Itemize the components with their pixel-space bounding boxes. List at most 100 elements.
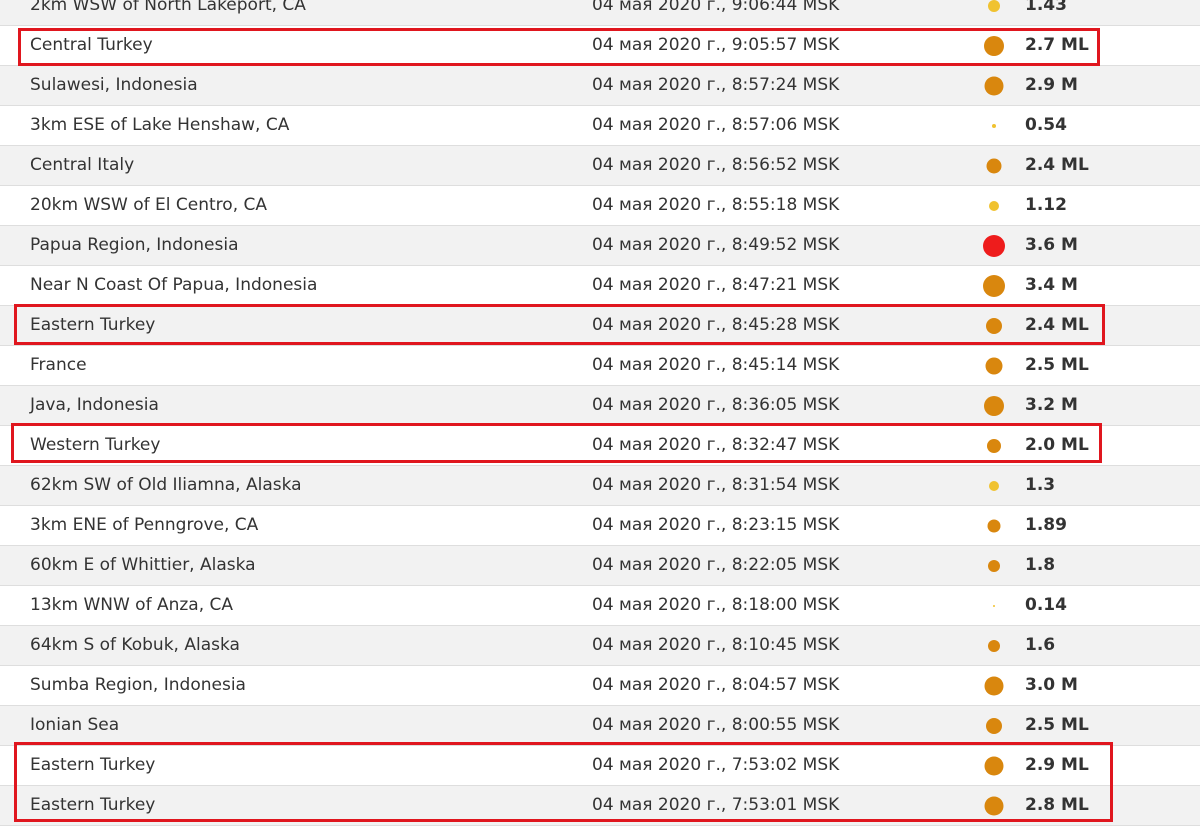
event-time: 04 мая 2020 г., 9:05:57 MSK — [592, 35, 840, 55]
event-location[interactable]: France — [30, 346, 87, 385]
event-location[interactable]: Eastern Turkey — [30, 746, 155, 785]
event-magnitude: 2.5 ML — [1025, 355, 1089, 375]
magnitude-dot-icon — [984, 756, 1004, 775]
event-row[interactable]: Central Italy 04 мая 2020 г., 8:56:52 MSK… — [0, 146, 1200, 186]
event-time: 04 мая 2020 г., 8:57:06 MSK — [592, 115, 840, 135]
event-row[interactable]: France 04 мая 2020 г., 8:45:14 MSK 2.5 ML — [0, 346, 1200, 386]
magnitude-dot-cell — [978, 746, 1010, 785]
magnitude-dot-cell — [978, 146, 1010, 185]
event-location[interactable]: Java, Indonesia — [30, 386, 159, 425]
event-location[interactable]: Western Turkey — [30, 426, 160, 465]
event-location[interactable]: Near N Coast Of Papua, Indonesia — [30, 266, 317, 305]
magnitude-dot-icon — [984, 796, 1004, 815]
event-row[interactable]: Central Turkey 04 мая 2020 г., 9:05:57 MS… — [0, 26, 1200, 66]
event-magnitude: 2.9 M — [1025, 75, 1078, 95]
event-magnitude: 1.89 — [1025, 515, 1067, 535]
event-location[interactable]: Ionian Sea — [30, 706, 119, 745]
magnitude-dot-icon — [989, 200, 999, 211]
event-magnitude: 3.6 M — [1025, 235, 1078, 255]
event-magnitude: 3.2 M — [1025, 395, 1078, 415]
magnitude-dot-icon — [984, 35, 1004, 56]
event-row[interactable]: Sumba Region, Indonesia 04 мая 2020 г., 8… — [0, 666, 1200, 706]
event-location[interactable]: 3km ENE of Penngrove, CA — [30, 506, 258, 545]
event-row[interactable]: Java, Indonesia 04 мая 2020 г., 8:36:05 M… — [0, 386, 1200, 426]
event-location[interactable]: Sulawesi, Indonesia — [30, 66, 198, 105]
event-time: 04 мая 2020 г., 8:10:45 MSK — [592, 635, 840, 655]
event-time: 04 мая 2020 г., 8:57:24 MSK — [592, 75, 840, 95]
event-magnitude: 1.3 — [1025, 475, 1056, 495]
event-location[interactable]: 62km SW of Old Iliamna, Alaska — [30, 466, 302, 505]
magnitude-dot-icon — [984, 76, 1004, 95]
event-row[interactable]: 62km SW of Old Iliamna, Alaska 04 мая 202… — [0, 466, 1200, 506]
magnitude-dot-icon — [986, 317, 1002, 334]
magnitude-dot-icon — [983, 274, 1005, 297]
event-row[interactable]: Papua Region, Indonesia 04 мая 2020 г., 8… — [0, 226, 1200, 266]
event-row[interactable]: 20km WSW of El Centro, CA 04 мая 2020 г.,… — [0, 186, 1200, 226]
event-location[interactable]: Papua Region, Indonesia — [30, 226, 239, 265]
event-location[interactable]: Eastern Turkey — [30, 306, 155, 345]
event-location[interactable]: Eastern Turkey — [30, 786, 155, 825]
event-row[interactable]: 64km S of Kobuk, Alaska 04 мая 2020 г., 8… — [0, 626, 1200, 666]
event-time: 04 мая 2020 г., 8:45:14 MSK — [592, 355, 840, 375]
event-row[interactable]: 60km E of Whittier, Alaska 04 мая 2020 г.… — [0, 546, 1200, 586]
event-magnitude: 1.12 — [1025, 195, 1067, 215]
magnitude-dot-icon — [993, 604, 995, 607]
event-location[interactable]: Central Italy — [30, 146, 134, 185]
event-row[interactable]: Sulawesi, Indonesia 04 мая 2020 г., 8:57:… — [0, 66, 1200, 106]
event-location[interactable]: 64km S of Kobuk, Alaska — [30, 626, 240, 665]
magnitude-dot-cell — [978, 706, 1010, 745]
event-magnitude: 0.54 — [1025, 115, 1067, 135]
event-magnitude: 1.8 — [1025, 555, 1056, 575]
magnitude-dot-icon — [988, 639, 1000, 652]
event-magnitude: 2.9 ML — [1025, 755, 1089, 775]
magnitude-dot-cell — [978, 266, 1010, 305]
event-time: 04 мая 2020 г., 8:04:57 MSK — [592, 675, 840, 695]
magnitude-dot-cell — [978, 586, 1010, 625]
event-location[interactable]: Central Turkey — [30, 26, 153, 65]
event-row[interactable]: Eastern Turkey 04 мая 2020 г., 7:53:01 MS… — [0, 786, 1200, 826]
event-magnitude: 1.43 — [1025, 0, 1067, 15]
event-magnitude: 2.4 ML — [1025, 315, 1089, 335]
event-row[interactable]: Eastern Turkey 04 мая 2020 г., 7:53:02 MS… — [0, 746, 1200, 786]
event-magnitude: 2.4 ML — [1025, 155, 1089, 175]
event-location[interactable]: 3km ESE of Lake Henshaw, CA — [30, 106, 289, 145]
event-time: 04 мая 2020 г., 8:56:52 MSK — [592, 155, 840, 175]
event-time: 04 мая 2020 г., 8:47:21 MSK — [592, 275, 840, 295]
magnitude-dot-cell — [978, 546, 1010, 585]
event-row[interactable]: 3km ESE of Lake Henshaw, CA 04 мая 2020 г… — [0, 106, 1200, 146]
magnitude-dot-cell — [978, 186, 1010, 225]
magnitude-dot-cell — [978, 66, 1010, 105]
magnitude-dot-icon — [988, 559, 1000, 572]
magnitude-dot-icon — [987, 519, 1001, 532]
event-magnitude: 2.7 ML — [1025, 35, 1089, 55]
magnitude-dot-cell — [978, 346, 1010, 385]
event-row[interactable]: Ionian Sea 04 мая 2020 г., 8:00:55 MSK 2.5… — [0, 706, 1200, 746]
event-magnitude: 3.0 M — [1025, 675, 1078, 695]
event-row[interactable]: Near N Coast Of Papua, Indonesia 04 мая 2… — [0, 266, 1200, 306]
event-time: 04 мая 2020 г., 7:53:01 MSK — [592, 795, 840, 815]
event-row[interactable]: 3km ENE of Penngrove, CA 04 мая 2020 г., … — [0, 506, 1200, 546]
magnitude-dot-cell — [978, 306, 1010, 345]
earthquake-table: 2km WSW of North Lakeport, CA 04 мая 2020… — [0, 0, 1200, 826]
event-location[interactable]: 20km WSW of El Centro, CA — [30, 186, 267, 225]
event-time: 04 мая 2020 г., 8:18:00 MSK — [592, 595, 840, 615]
magnitude-dot-cell — [978, 666, 1010, 705]
magnitude-dot-cell — [978, 426, 1010, 465]
event-location[interactable]: 2km WSW of North Lakeport, CA — [30, 0, 306, 25]
event-time: 04 мая 2020 г., 8:23:15 MSK — [592, 515, 840, 535]
event-row[interactable]: 13km WNW of Anza, CA 04 мая 2020 г., 8:18… — [0, 586, 1200, 626]
event-magnitude: 2.0 ML — [1025, 435, 1089, 455]
magnitude-dot-icon — [984, 395, 1004, 416]
event-location[interactable]: 13km WNW of Anza, CA — [30, 586, 233, 625]
magnitude-dot-icon — [989, 480, 999, 491]
event-row[interactable]: Western Turkey 04 мая 2020 г., 8:32:47 MS… — [0, 426, 1200, 466]
magnitude-dot-icon — [992, 123, 996, 128]
magnitude-dot-icon — [988, 0, 1000, 12]
magnitude-dot-cell — [978, 626, 1010, 665]
event-row[interactable]: 2km WSW of North Lakeport, CA 04 мая 2020… — [0, 0, 1200, 26]
event-time: 04 мая 2020 г., 7:53:02 MSK — [592, 755, 840, 775]
event-location[interactable]: 60km E of Whittier, Alaska — [30, 546, 256, 585]
event-location[interactable]: Sumba Region, Indonesia — [30, 666, 246, 705]
event-time: 04 мая 2020 г., 8:22:05 MSK — [592, 555, 840, 575]
event-row[interactable]: Eastern Turkey 04 мая 2020 г., 8:45:28 MS… — [0, 306, 1200, 346]
